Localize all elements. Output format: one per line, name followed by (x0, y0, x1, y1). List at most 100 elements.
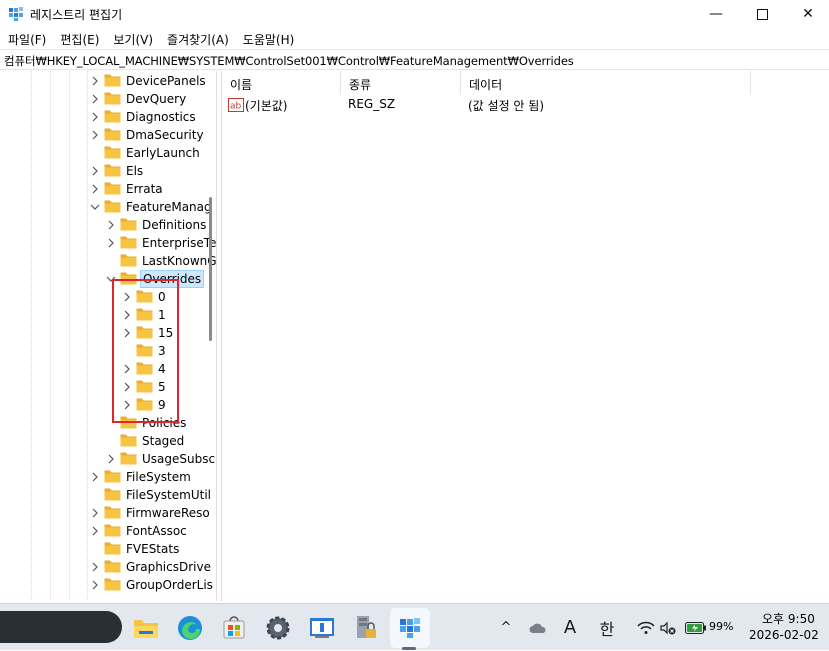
taskbar-app-file-explorer[interactable] (126, 608, 166, 648)
folder-icon (117, 253, 140, 270)
tree-item[interactable]: Definitions (105, 216, 208, 234)
chevron-right-icon[interactable] (89, 162, 101, 180)
tree-item[interactable]: DmaSecurity (89, 126, 206, 144)
column-name-header[interactable]: 이름 (222, 71, 341, 95)
tree-item[interactable]: Diagnostics (89, 108, 198, 126)
chevron-right-icon[interactable] (89, 522, 101, 540)
tree-item-label: DevicePanels (126, 74, 206, 88)
tree-item[interactable]: Errata (89, 180, 165, 198)
value-name-cell: ab (기본값) (228, 97, 287, 114)
chevron-right-icon[interactable] (89, 126, 101, 144)
address-path[interactable]: 컴퓨터₩HKEY_LOCAL_MACHINE₩SYSTEM₩ControlSet… (4, 53, 574, 69)
menu-favorites[interactable]: 즐겨찾기(A) (160, 28, 236, 49)
tree-item[interactable]: FirmwareReso (89, 504, 212, 522)
menu-edit[interactable]: 편집(E) (53, 28, 106, 49)
tree-vertical-scrollbar[interactable] (209, 197, 212, 341)
tree-guide-lines (31, 71, 88, 601)
tray-volume[interactable] (660, 604, 676, 651)
chevron-right-icon[interactable] (89, 108, 101, 126)
maximize-button[interactable] (739, 0, 785, 28)
key-tree-pane[interactable]: DevicePanels DevQuery Diagnostics DmaSecuri… (5, 71, 216, 601)
tree-item-label: GraphicsDrive (126, 560, 211, 574)
close-button[interactable]: ✕ (785, 0, 829, 28)
chevron-right-icon[interactable] (105, 450, 117, 468)
title-bar[interactable]: 레지스트리 편집기 — ✕ (0, 0, 829, 28)
tree-item[interactable]: EnterpriseTe (105, 234, 216, 252)
ime-mode-label: A (563, 617, 577, 638)
chevron-right-icon[interactable] (89, 72, 101, 90)
tree-item[interactable]: DevicePanels (89, 72, 208, 90)
chevron-right-icon[interactable] (89, 90, 101, 108)
chevron-right-icon[interactable] (89, 558, 101, 576)
regedit-app-icon (9, 7, 23, 21)
tree-item[interactable]: FVEStats (89, 540, 181, 558)
chevron-down-icon[interactable] (89, 198, 101, 216)
taskbar-search[interactable] (0, 611, 122, 643)
tree-item-label: EnterpriseTe (142, 236, 216, 250)
clock-date[interactable]: 2026-02-02 (749, 628, 819, 642)
tree-item[interactable]: FeatureManag (89, 198, 214, 216)
tree-item[interactable]: FileSystem (89, 468, 193, 486)
taskbar-app-regedit[interactable] (390, 608, 430, 648)
tray-overflow-button[interactable]: ^ (496, 604, 516, 651)
value-row[interactable]: ab (기본값) REG_SZ (값 설정 안 됨) (222, 95, 829, 115)
taskbar-app-settings[interactable] (258, 608, 298, 648)
wifi-icon (637, 621, 655, 634)
minimize-button[interactable]: — (693, 0, 739, 28)
chevron-right-icon[interactable] (105, 216, 117, 234)
folder-icon (101, 577, 124, 594)
tree-item[interactable]: UsageSubsc (105, 450, 216, 468)
taskbar-app-store[interactable] (214, 608, 254, 648)
clock-time[interactable]: 오후 9:50 (762, 610, 815, 627)
value-list-pane[interactable]: 이름 종류 데이터 ab (기본값) REG_SZ (값 설정 안 됨) (222, 71, 829, 601)
speaker-muted-icon (660, 621, 676, 634)
folder-icon (101, 127, 124, 144)
chevron-right-icon[interactable] (105, 234, 117, 252)
folder-icon (101, 487, 124, 504)
tree-item[interactable]: FontAssoc (89, 522, 189, 540)
control-panel-icon (310, 618, 334, 638)
tray-battery[interactable] (684, 604, 708, 651)
tree-item[interactable]: GroupOrderLis (89, 576, 215, 594)
tray-wifi[interactable] (634, 604, 658, 651)
value-name: (기본값) (245, 99, 288, 113)
folder-icon (101, 469, 124, 486)
tree-item[interactable]: Staged (105, 432, 186, 450)
folder-icon (101, 541, 124, 558)
tree-item-label: DmaSecurity (126, 128, 204, 142)
store-icon (223, 616, 245, 639)
chevron-right-icon[interactable] (89, 504, 101, 522)
chevron-right-icon[interactable] (89, 180, 101, 198)
tree-item[interactable]: EarlyLaunch (89, 144, 202, 162)
tree-item[interactable]: GraphicsDrive (89, 558, 213, 576)
menu-help[interactable]: 도움말(H) (236, 28, 302, 49)
folder-icon (117, 235, 140, 252)
chevron-right-icon[interactable] (89, 576, 101, 594)
menu-view[interactable]: 보기(V) (106, 28, 160, 49)
tray-ime-mode[interactable]: A (558, 604, 582, 651)
tree-item[interactable]: LastKnownG (105, 252, 216, 270)
tree-item[interactable]: DevQuery (89, 90, 188, 108)
menu-file[interactable]: 파일(F) (0, 28, 53, 49)
folder-icon (101, 73, 124, 90)
taskbar-app-control-panel[interactable] (302, 608, 342, 648)
taskbar-app-edge[interactable] (170, 608, 210, 648)
column-type-header[interactable]: 종류 (341, 71, 461, 95)
tray-ime-language[interactable]: 한 (594, 604, 620, 651)
address-bar[interactable]: 컴퓨터₩HKEY_LOCAL_MACHINE₩SYSTEM₩ControlSet… (0, 49, 829, 70)
tree-item[interactable]: Els (89, 162, 145, 180)
tree-item-label: FeatureManag (126, 200, 212, 214)
column-data-header[interactable]: 데이터 (461, 71, 751, 95)
tray-onedrive[interactable] (526, 604, 550, 651)
tree-item-label: FileSystemUtil (126, 488, 211, 502)
chevron-right-icon[interactable] (89, 468, 101, 486)
tree-item-label: Errata (126, 182, 163, 196)
tree-item[interactable]: FileSystemUtil (89, 486, 213, 504)
tree-item-label: Definitions (142, 218, 207, 232)
list-header: 이름 종류 데이터 (222, 71, 829, 95)
taskbar-app-security[interactable] (346, 608, 386, 648)
